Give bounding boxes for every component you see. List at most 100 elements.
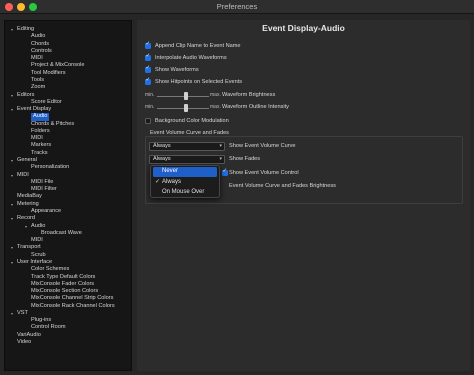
sidebar-item[interactable]: Transport: [17, 244, 41, 251]
menu-item-never[interactable]: Never: [153, 167, 217, 177]
disclosure-triangle-icon[interactable]: ▾: [11, 216, 13, 221]
show-volume-control-checkbox[interactable]: [222, 168, 228, 176]
disclosure-triangle-icon[interactable]: ▾: [11, 311, 13, 316]
sidebar-item[interactable]: Personalization: [31, 164, 69, 171]
fades-label: Show Fades: [229, 156, 261, 162]
slider-min-label: min.: [145, 104, 155, 110]
sidebar-item[interactable]: MIDI: [17, 172, 29, 179]
option-background-modulation[interactable]: Background Color Modulation: [145, 117, 229, 125]
slider-min-label: min.: [145, 92, 155, 98]
sidebar-item[interactable]: Record: [17, 215, 35, 222]
show-waveforms-checkbox[interactable]: [145, 65, 151, 73]
option-interpolate-waveforms[interactable]: Interpolate Audio Waveforms: [145, 53, 227, 62]
sidebar-item[interactable]: Color Schemes: [31, 266, 69, 273]
sidebar-item[interactable]: MixConsole Section Colors: [31, 288, 98, 295]
sidebar-item[interactable]: Video: [17, 339, 31, 346]
preferences-window: Preferences Editing ▾ Audio Chords Controls M…: [0, 0, 474, 375]
sidebar-item[interactable]: Chords: [31, 41, 49, 48]
sidebar-item[interactable]: VST: [17, 310, 28, 317]
sidebar-item[interactable]: MIDI File: [31, 179, 53, 186]
sidebar-item[interactable]: Zoom: [31, 84, 45, 91]
sidebar-item[interactable]: Score Editor: [31, 99, 62, 106]
sidebar-item[interactable]: MIDI: [31, 55, 43, 62]
sidebar-item[interactable]: MediaBay: [17, 193, 42, 200]
disclosure-triangle-icon[interactable]: ▾: [11, 202, 13, 207]
sidebar-item[interactable]: MIDI Filter: [31, 186, 57, 193]
sidebar-item[interactable]: MIDI: [31, 237, 43, 244]
fades-dropdown-menu: Never ✓ Always On Mouse Over: [150, 165, 220, 198]
sidebar-item[interactable]: Project & MixConsole: [31, 62, 84, 69]
sidebar-item[interactable]: MixConsole Channel Strip Colors: [31, 295, 113, 302]
disclosure-triangle-icon[interactable]: ▾: [11, 107, 13, 112]
select-value: Always: [153, 143, 171, 149]
sidebar-item[interactable]: MixConsole Fader Colors: [31, 281, 94, 288]
option-label: Background Color Modulation: [155, 118, 229, 124]
sidebar-item[interactable]: Tool Modifiers: [31, 70, 66, 77]
sidebar-item[interactable]: MIDI: [31, 135, 43, 142]
menu-item-label: Never: [162, 168, 179, 174]
disclosure-triangle-icon[interactable]: ▾: [11, 173, 13, 178]
slider-max-label: max.: [210, 104, 221, 110]
option-label: Append Clip Name to Event Name: [155, 43, 241, 49]
sidebar-item[interactable]: Audio: [31, 223, 45, 230]
append-clip-name-checkbox[interactable]: [145, 41, 151, 49]
menu-item-label: Always: [162, 178, 182, 185]
group-title: Event Volume Curve and Fades: [149, 130, 230, 136]
event-volume-curve-select[interactable]: Always ▾: [149, 142, 225, 151]
sidebar-item[interactable]: Folders: [31, 128, 50, 135]
sidebar-item[interactable]: Control Room: [31, 324, 66, 331]
select-value: Always: [153, 156, 171, 162]
title-bar: Preferences: [0, 0, 474, 14]
show-volume-control-label: Show Event Volume Control: [229, 170, 299, 176]
sidebar-item[interactable]: Tools: [31, 77, 44, 84]
show-hitpoints-checkbox[interactable]: [145, 77, 151, 85]
sidebar-item[interactable]: Event Display: [17, 106, 51, 113]
chevron-down-icon: ▾: [219, 143, 222, 149]
waveform-brightness-slider-row: min. max. Waveform Brightness: [145, 92, 385, 100]
option-label: Show Hitpoints on Selected Events: [155, 79, 243, 85]
sidebar-item[interactable]: Appearance: [31, 208, 61, 215]
sidebar-item[interactable]: General: [17, 157, 37, 164]
interpolate-waveforms-checkbox[interactable]: [145, 53, 151, 61]
waveform-brightness-knob[interactable]: [183, 92, 188, 100]
sidebar-item[interactable]: Broadcast Wave: [41, 230, 82, 237]
waveform-brightness-label: Waveform Brightness: [222, 92, 276, 98]
sidebar-item[interactable]: Tracks: [31, 150, 48, 157]
outline-intensity-knob[interactable]: [183, 104, 188, 112]
menu-item-label: On Mouse Over: [162, 189, 205, 195]
sidebar-item[interactable]: MixConsole Rack Channel Colors: [31, 303, 115, 310]
disclosure-triangle-icon[interactable]: ▾: [11, 260, 13, 265]
sidebar-item[interactable]: Audio: [31, 33, 45, 40]
option-show-waveforms[interactable]: Show Waveforms: [145, 65, 199, 74]
sidebar-item[interactable]: Editing: [17, 26, 34, 33]
sidebar-item[interactable]: User Interface: [17, 259, 52, 266]
disclosure-triangle-icon[interactable]: ▾: [25, 224, 27, 229]
panel-title: Event Display-Audio: [262, 23, 345, 33]
disclosure-triangle-icon[interactable]: ▾: [11, 158, 13, 163]
menu-item-always[interactable]: ✓ Always: [153, 178, 217, 188]
sidebar-item[interactable]: Metering: [17, 201, 39, 208]
sidebar-item[interactable]: VariAudio: [17, 332, 41, 339]
option-append-clip-name[interactable]: Append Clip Name to Event Name: [145, 41, 241, 50]
menu-item-on-mouse-over[interactable]: On Mouse Over: [153, 188, 217, 198]
disclosure-triangle-icon[interactable]: ▾: [11, 245, 13, 250]
outline-intensity-label: Waveform Outline Intensity: [222, 104, 289, 110]
option-show-hitpoints[interactable]: Show Hitpoints on Selected Events: [145, 77, 243, 86]
background-modulation-checkbox[interactable]: [145, 118, 151, 124]
sidebar-item[interactable]: Controls: [31, 48, 52, 55]
preferences-sidebar: Editing ▾ Audio Chords Controls MIDI Project &…: [4, 20, 132, 371]
sidebar-item[interactable]: Scrub: [31, 252, 46, 259]
disclosure-triangle-icon[interactable]: ▾: [11, 93, 13, 98]
window-title: Preferences: [216, 2, 258, 11]
option-label: Show Waveforms: [155, 67, 199, 73]
sidebar-item[interactable]: Editors: [17, 92, 34, 99]
fades-select[interactable]: Always ▾: [149, 155, 225, 164]
sidebar-item[interactable]: Markers: [31, 142, 51, 149]
option-label: Interpolate Audio Waveforms: [155, 55, 227, 61]
disclosure-triangle-icon[interactable]: ▾: [11, 27, 13, 32]
sidebar-item[interactable]: Plug-ins: [31, 317, 51, 324]
sidebar-item[interactable]: Track Type Default Colors: [31, 274, 95, 281]
sidebar-item[interactable]: Audio: [31, 113, 50, 121]
sidebar-item[interactable]: Chords & Pitches: [31, 121, 74, 128]
chevron-down-icon: ▾: [219, 156, 222, 162]
